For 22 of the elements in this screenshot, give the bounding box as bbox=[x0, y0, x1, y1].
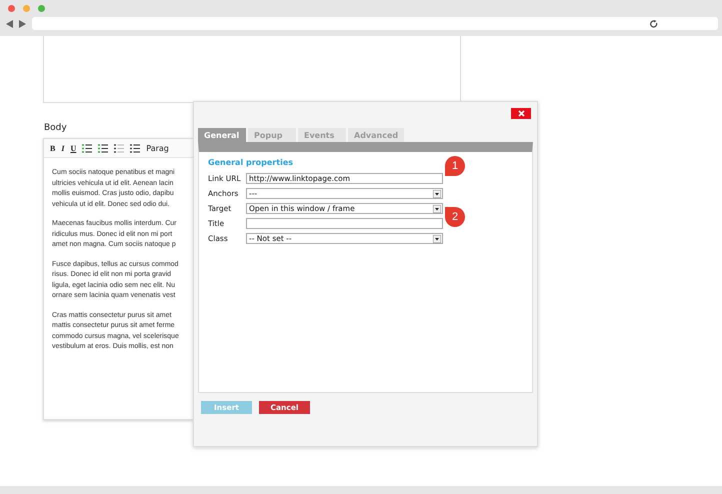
format-dropdown[interactable]: Parag bbox=[146, 144, 169, 152]
bold-button[interactable]: B bbox=[50, 144, 56, 152]
field-label: Body bbox=[44, 123, 68, 133]
dropdown-arrow-icon[interactable] bbox=[433, 204, 441, 212]
italic-button[interactable]: I bbox=[61, 144, 64, 152]
outdent-icon[interactable] bbox=[114, 144, 124, 152]
callout-marker: 2 bbox=[445, 207, 465, 227]
indent-icon[interactable] bbox=[130, 144, 140, 152]
back-icon[interactable] bbox=[6, 20, 13, 28]
section-title: General properties bbox=[208, 158, 294, 167]
forward-icon[interactable] bbox=[19, 20, 26, 28]
close-window-control[interactable] bbox=[8, 5, 15, 12]
dropdown-arrow-icon[interactable] bbox=[433, 190, 441, 198]
numbered-list-icon[interactable] bbox=[98, 144, 108, 152]
close-icon bbox=[518, 110, 524, 117]
close-button[interactable] bbox=[511, 108, 531, 119]
input-field[interactable] bbox=[246, 218, 443, 229]
underline-button[interactable]: U bbox=[70, 144, 76, 152]
callout-marker: 1 bbox=[445, 156, 465, 176]
dropdown-arrow-icon[interactable] bbox=[433, 234, 441, 242]
reload-icon[interactable] bbox=[650, 20, 658, 28]
bullet-list-icon[interactable] bbox=[82, 144, 92, 152]
